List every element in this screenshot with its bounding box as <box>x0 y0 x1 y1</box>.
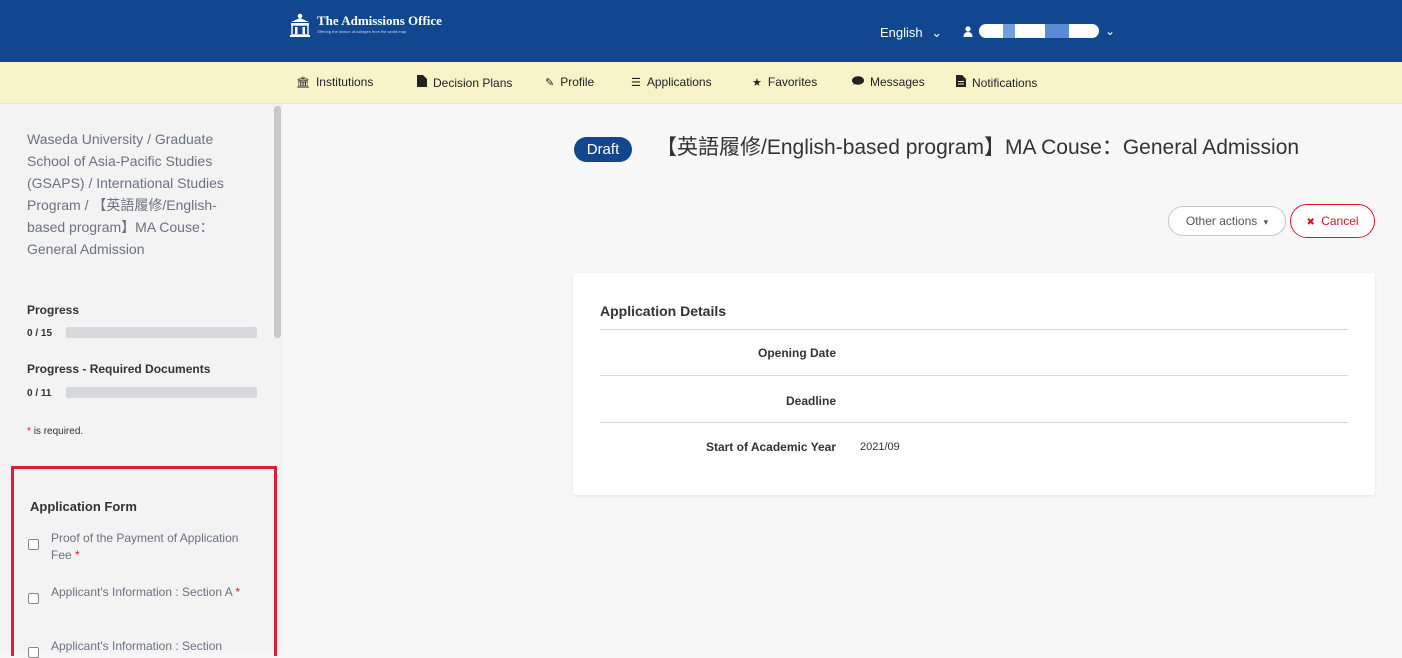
deadline-label: Deadline <box>785 394 836 408</box>
top-header: The Admissions Office Offering the choic… <box>0 0 1402 62</box>
redacted-username <box>979 24 1099 38</box>
progress-bar <box>66 327 257 338</box>
form-item-label: Applicant's Information : Section <box>51 638 246 658</box>
required-star: * <box>27 426 31 437</box>
required-progress-label: Progress - Required Documents <box>27 362 211 376</box>
nav-label: Notifications <box>972 75 1038 90</box>
nav-notifications[interactable]: Notifications <box>956 75 1037 90</box>
nav-label: Decision Plans <box>433 75 513 90</box>
nav-applications[interactable]: ☰ Applications <box>631 75 712 89</box>
form-item-text: Applicant's Information : Section A <box>51 585 233 599</box>
nav-label: Profile <box>560 75 595 89</box>
language-selector[interactable]: English ⌄ <box>880 25 942 41</box>
required-star: * <box>235 585 241 599</box>
required-note: * is required. <box>27 426 83 437</box>
caret-down-icon: ▾ <box>1263 217 1269 227</box>
sidebar-scrollbar[interactable] <box>274 106 281 338</box>
academic-year-value: 2021/09 <box>860 441 900 453</box>
program-breadcrumb: Waseda University / Graduate School of A… <box>27 131 224 257</box>
nav-label: Messages <box>870 75 925 89</box>
nav-label: Applications <box>646 75 712 89</box>
nav-label: Institutions <box>315 75 374 89</box>
progress-count: 0 / 15 <box>27 328 53 339</box>
nav-label: Favorites <box>767 75 818 89</box>
cancel-label: Cancel <box>1321 214 1359 228</box>
required-progress-bar <box>66 387 257 398</box>
main-nav: 🏛 Institutions Decision Plans ✎ Profile … <box>0 62 1402 104</box>
cancel-button[interactable]: ✖ Cancel <box>1290 204 1375 238</box>
user-menu[interactable]: ⌄ <box>963 24 1115 38</box>
notification-file-icon <box>956 75 966 90</box>
required-note-text: is required. <box>33 426 84 437</box>
other-actions-label: Other actions <box>1185 214 1258 228</box>
chevron-down-icon: ⌄ <box>1105 24 1116 38</box>
divider <box>600 329 1348 330</box>
application-form-section: Application Form Proof of the Payment of… <box>11 466 277 658</box>
language-label: English <box>880 25 923 40</box>
status-badge: Draft <box>574 137 632 162</box>
nav-institutions[interactable]: 🏛 Institutions <box>296 75 373 89</box>
logo-tagline: Offering the choice of colleges from the… <box>317 29 407 34</box>
star-icon: ★ <box>752 76 762 89</box>
divider <box>600 375 1348 376</box>
progress-label: Progress <box>27 303 80 317</box>
chevron-down-icon: ⌄ <box>931 25 943 40</box>
site-logo[interactable]: The Admissions Office Offering the choic… <box>290 13 442 37</box>
nav-favorites[interactable]: ★ Favorites <box>752 75 817 89</box>
application-details-card: Application Details Opening Date Deadlin… <box>573 273 1375 495</box>
form-item-applicant-info-b[interactable]: Applicant's Information : Section <box>28 638 246 658</box>
required-star: * <box>75 548 80 562</box>
close-icon: ✖ <box>1306 217 1315 228</box>
edit-icon: ✎ <box>545 76 555 89</box>
file-icon <box>417 75 427 90</box>
required-progress-count: 0 / 11 <box>27 388 52 399</box>
divider <box>600 422 1348 423</box>
user-icon <box>963 25 973 37</box>
list-icon: ☰ <box>631 76 641 89</box>
application-form-title: Application Form <box>30 499 137 514</box>
checkbox[interactable] <box>28 593 39 604</box>
logo-title: The Admissions Office <box>317 13 442 28</box>
nav-profile[interactable]: ✎ Profile <box>545 75 594 89</box>
nav-decision-plans[interactable]: Decision Plans <box>417 75 512 90</box>
form-item-applicant-info-a[interactable]: Applicant's Information : Section A * <box>28 584 246 604</box>
form-item-payment-proof[interactable]: Proof of the Payment of Application Fee … <box>28 530 246 564</box>
academic-year-label: Start of Academic Year <box>705 440 836 454</box>
opening-date-label: Opening Date <box>757 346 836 360</box>
form-item-label: Proof of the Payment of Application Fee … <box>51 530 246 564</box>
application-details-title: Application Details <box>600 303 727 319</box>
building-logo-icon <box>290 13 310 37</box>
nav-messages[interactable]: Messages <box>852 75 925 89</box>
chat-icon <box>852 75 864 89</box>
other-actions-button[interactable]: Other actions ▾ <box>1168 206 1286 236</box>
form-item-text: Applicant's Information : Section <box>51 639 223 653</box>
institution-icon: 🏛 <box>296 76 310 89</box>
checkbox[interactable] <box>28 539 39 550</box>
page-title: 【英語履修/English-based program】MA Couse：Gen… <box>656 136 1300 159</box>
form-item-label: Applicant's Information : Section A * <box>51 584 246 604</box>
